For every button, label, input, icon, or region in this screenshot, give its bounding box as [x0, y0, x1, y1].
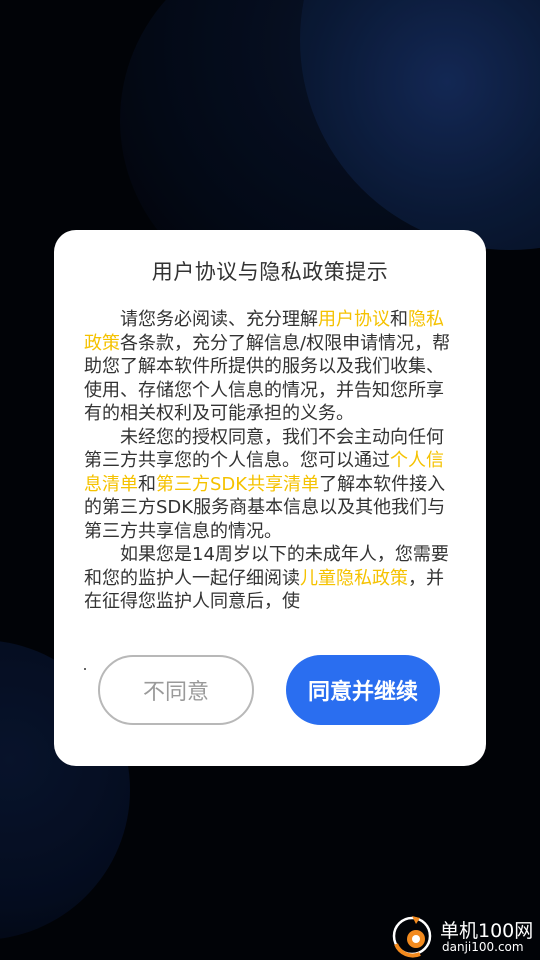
- agreement-text-span: 和: [138, 473, 156, 495]
- dialog-title: 用户协议与隐私政策提示: [151, 260, 389, 284]
- agreement-text[interactable]: 请您务必阅读、充分理解用户协议和隐私政策各条款，充分了解信息/权限申请情况，帮助…: [84, 308, 456, 628]
- agreement-text-span: 请您务必阅读、充分理解: [120, 309, 318, 330]
- watermark: 单机100网 danji100.com: [384, 912, 540, 960]
- watermark-domain: danji100.com: [442, 940, 524, 954]
- agreement-text-span: 和: [390, 309, 408, 330]
- agreement-paragraph: 请您务必阅读、充分理解用户协议和隐私政策各条款，充分了解信息/权限申请情况，帮助…: [84, 308, 456, 426]
- policy-link[interactable]: 第三方SDK共享清单: [156, 474, 319, 495]
- policy-link[interactable]: 儿童隐私政策: [300, 568, 408, 589]
- disagree-button[interactable]: 不同意: [98, 655, 254, 725]
- agreement-text-span: 各条款，充分了解信息/权限申请情况，帮助您了解本软件所提供的服务以及我们收集、使…: [84, 332, 451, 425]
- agree-continue-button[interactable]: 同意并继续: [286, 655, 440, 725]
- privacy-dialog: 用户协议与隐私政策提示 请您务必阅读、充分理解用户协议和隐私政策各条款，充分了解…: [54, 230, 486, 766]
- danji100-logo-icon: [392, 916, 432, 958]
- agreement-paragraph: 如果您是14周岁以下的未成年人，您需要和您的监护人一起仔细阅读儿童隐私政策，并在…: [84, 543, 456, 614]
- policy-link[interactable]: 用户协议: [318, 309, 390, 330]
- agreement-paragraph: 未经您的授权同意，我们不会主动向任何第三方共享您的个人信息。您可以通过个人信息清…: [84, 426, 456, 544]
- watermark-brand: 单机100网: [440, 920, 534, 942]
- divider-dot: [84, 668, 86, 670]
